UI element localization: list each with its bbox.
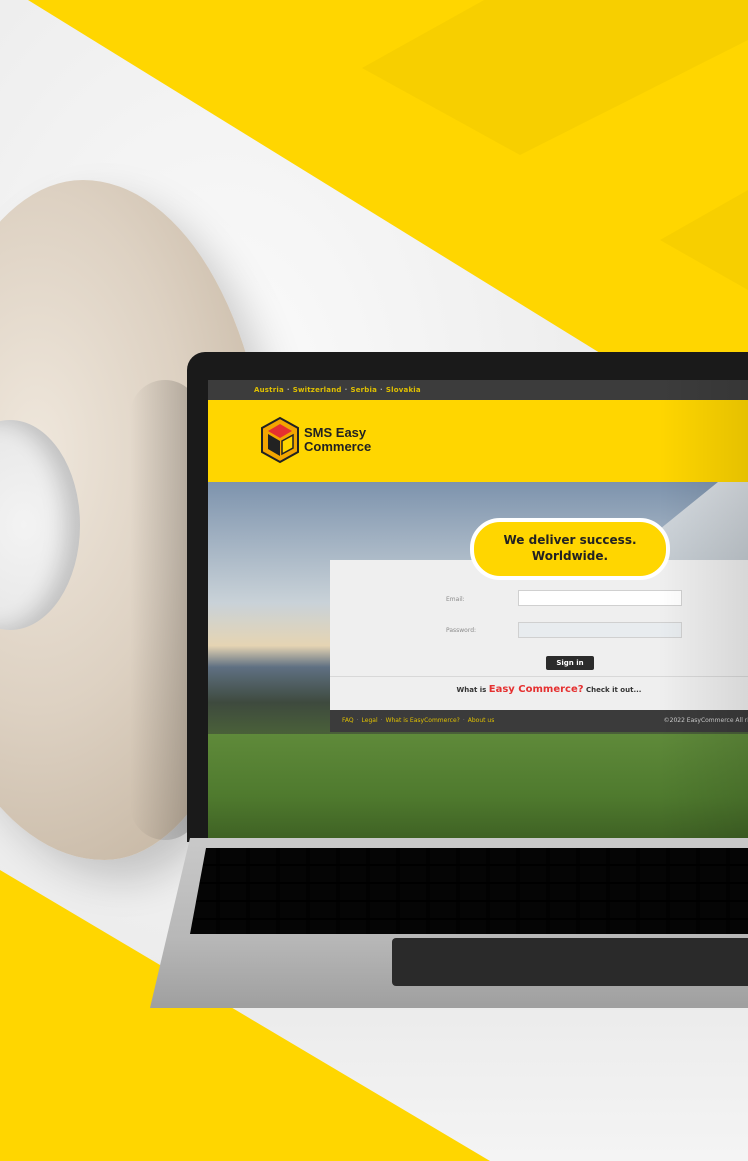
promo-scene: Austria · Switzerland · Serbia · Slovakia SMS … (0, 0, 748, 1161)
footer-copyright: ©2022 EasyCommerce All rights (663, 717, 748, 724)
whatis-easy-commerce-link[interactable]: Easy Commerce? (489, 684, 584, 695)
whatis-prefix: What is (456, 686, 489, 694)
country-link-slovakia[interactable]: Slovakia (386, 386, 421, 394)
login-divider (330, 676, 748, 677)
laptop-trackpad (392, 938, 748, 986)
country-link-switzerland[interactable]: Switzerland (293, 386, 342, 394)
email-input[interactable] (518, 590, 682, 606)
footer-link-about[interactable]: About us (468, 717, 495, 724)
password-input[interactable] (518, 622, 682, 638)
site-footer: FAQ · Legal · What is EasyCommerce? · About us… (330, 710, 748, 732)
footer-link-legal[interactable]: Legal (362, 717, 378, 724)
brand-name-line2: Commerce (304, 439, 372, 454)
site-header: SMS Easy Commerce (208, 400, 748, 482)
tagline-line2: Worldwide. (531, 549, 609, 563)
country-bar: Austria · Switzerland · Serbia · Slovakia (208, 380, 748, 400)
password-label: Password: (446, 627, 477, 634)
laptop-keyboard (190, 848, 748, 934)
tagline-line1: We deliver success. (503, 533, 637, 547)
brand-name-line1: SMS Easy (304, 425, 367, 440)
email-label: Email: (446, 596, 465, 603)
sign-in-button[interactable]: Sign in (546, 656, 594, 670)
hero-lawn (208, 734, 748, 838)
footer-links: FAQ · Legal · What is EasyCommerce? · About us (342, 717, 495, 724)
brand-logo-icon[interactable] (260, 416, 300, 464)
tagline-bubble: We deliver success. Worldwide. (470, 518, 670, 580)
footer-link-what-is[interactable]: What is EasyCommerce? (386, 717, 460, 724)
laptop-screen: Austria · Switzerland · Serbia · Slovakia SMS … (208, 380, 748, 838)
country-link-austria[interactable]: Austria (254, 386, 284, 394)
brand-name: SMS Easy Commerce (304, 426, 371, 454)
login-panel: Email: Password: Sign in What is Easy Co… (330, 560, 748, 710)
footer-link-faq[interactable]: FAQ (342, 717, 354, 724)
country-link-serbia[interactable]: Serbia (350, 386, 377, 394)
whatis-line: What is Easy Commerce? Check it out... (330, 684, 748, 695)
whatis-suffix[interactable]: Check it out... (584, 686, 641, 694)
